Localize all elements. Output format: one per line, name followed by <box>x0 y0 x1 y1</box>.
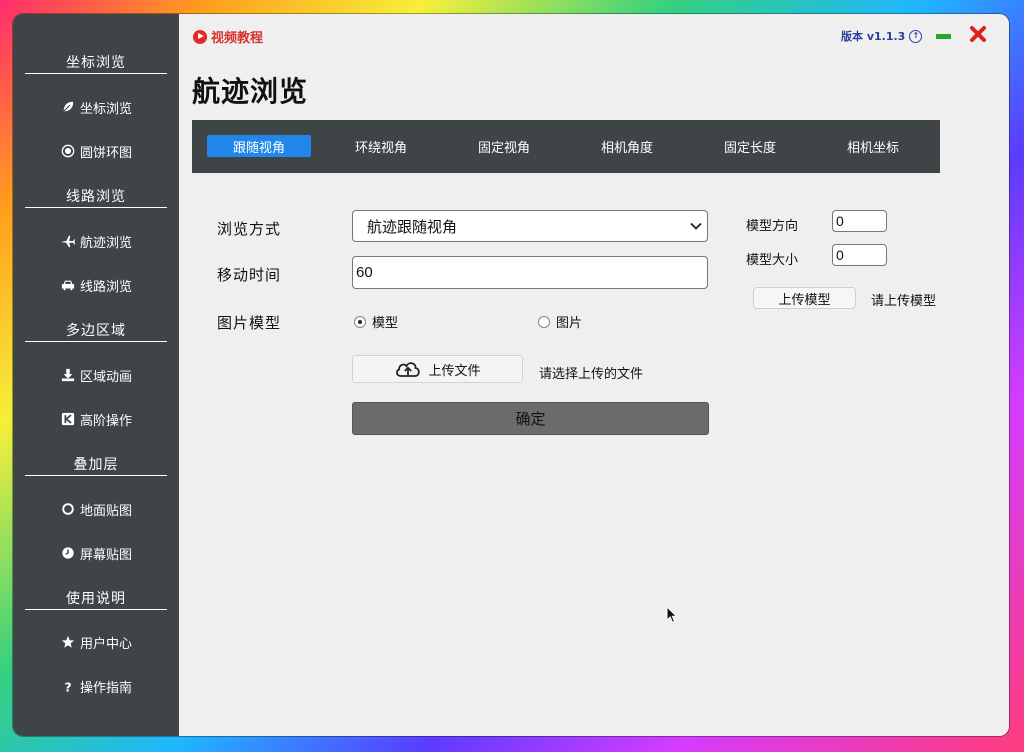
plane-icon <box>60 233 76 249</box>
sidebar-section-overlay: 叠加层 <box>25 454 167 476</box>
sidebar-item-label: 操作指南 <box>79 680 132 696</box>
radio-model-label: 模型 <box>372 316 399 331</box>
sidebar-item-label: 地面贴图 <box>79 503 132 519</box>
sidebar-item-label: 坐标浏览 <box>79 101 132 117</box>
sidebar-item-label: 用户中心 <box>79 636 132 652</box>
sidebar-section-instructions: 使用说明 <box>25 588 167 610</box>
target-icon <box>60 143 76 159</box>
cloud-upload-icon <box>396 362 421 377</box>
tab-fixed-length[interactable]: 固定长度 <box>698 135 802 157</box>
radio-indicator <box>354 315 366 328</box>
sidebar-item-label: 高阶操作 <box>79 413 132 429</box>
model-direction-input[interactable] <box>832 210 887 232</box>
sidebar-item-screen-texture[interactable]: 屏幕贴图 <box>13 540 179 566</box>
sidebar-item-label: 区域动画 <box>79 369 132 385</box>
upload-file-button[interactable]: 上传文件 <box>352 355 523 383</box>
page-title: 航迹浏览 <box>192 75 309 108</box>
image-model-label: 图片模型 <box>217 314 282 332</box>
upload-model-hint: 请上传模型 <box>871 294 937 309</box>
browse-mode-label: 浏览方式 <box>217 220 282 238</box>
circle-icon <box>60 501 76 517</box>
version-info[interactable]: 版本 v1.1.3 ↑ <box>841 28 923 44</box>
close-icon[interactable] <box>969 25 987 43</box>
view-tabbar: 跟随视角 环绕视角 固定视角 相机角度 固定长度 相机坐标 <box>192 120 940 173</box>
sidebar-item-advanced[interactable]: 高阶操作 <box>13 406 179 432</box>
upload-model-button[interactable]: 上传模型 <box>753 287 856 309</box>
radio-image-label: 图片 <box>556 316 583 331</box>
sidebar-section-routes: 线路浏览 <box>25 186 167 208</box>
sidebar-item-ground-texture[interactable]: 地面贴图 <box>13 496 179 522</box>
browse-mode-value: 航迹跟随视角 <box>367 217 458 236</box>
tab-camera-angle[interactable]: 相机角度 <box>575 135 679 157</box>
sidebar-item-pie-ring[interactable]: 圆饼环图 <box>13 138 179 164</box>
sidebar-item-user-center[interactable]: 用户中心 <box>13 629 179 655</box>
sidebar-item-label: 屏幕贴图 <box>79 547 132 563</box>
car-icon <box>60 277 76 293</box>
sidebar-section-polygon: 多边区域 <box>25 320 167 342</box>
app-window: 坐标浏览 坐标浏览 圆饼环图 线路浏览 航迹浏览 线路浏览 多边区域 区域动画 … <box>13 14 1009 736</box>
version-label: 版本 v1.1.3 <box>841 30 906 43</box>
sidebar-item-label: 航迹浏览 <box>79 235 132 251</box>
star-icon <box>60 634 76 650</box>
model-size-label: 模型大小 <box>746 253 799 268</box>
video-tutorial-link[interactable]: 视频教程 <box>193 27 263 46</box>
radio-image[interactable]: 图片 <box>538 312 582 331</box>
sidebar-item-coord-browse[interactable]: 坐标浏览 <box>13 94 179 120</box>
download-icon <box>60 367 76 383</box>
question-icon: ? <box>60 678 76 694</box>
chevron-down-icon <box>690 222 702 230</box>
k-box-icon <box>60 411 76 427</box>
minimize-button[interactable] <box>936 34 951 39</box>
mouse-cursor-icon <box>666 606 678 624</box>
sidebar-section-coords: 坐标浏览 <box>25 52 167 74</box>
browse-mode-select[interactable]: 航迹跟随视角 <box>352 210 708 242</box>
sidebar-item-area-animation[interactable]: 区域动画 <box>13 362 179 388</box>
update-icon: ↑ <box>909 29 923 43</box>
leaf-icon <box>60 99 76 115</box>
sidebar-item-guide[interactable]: ? 操作指南 <box>13 673 179 699</box>
sidebar: 坐标浏览 坐标浏览 圆饼环图 线路浏览 航迹浏览 线路浏览 多边区域 区域动画 … <box>13 14 179 736</box>
play-icon <box>193 29 207 44</box>
clock-icon <box>60 545 76 561</box>
move-time-label: 移动时间 <box>217 266 282 284</box>
move-time-input[interactable] <box>352 256 708 289</box>
main-panel: 视频教程 版本 v1.1.3 ↑ 航迹浏览 跟随视角 环绕视角 固定视角 相机角… <box>179 14 1009 736</box>
model-size-input[interactable] <box>832 244 887 266</box>
svg-text:?: ? <box>64 680 71 693</box>
tab-fixed-view[interactable]: 固定视角 <box>452 135 556 157</box>
confirm-button[interactable]: 确定 <box>352 402 709 435</box>
tab-orbit-view[interactable]: 环绕视角 <box>329 135 433 157</box>
tab-follow-view[interactable]: 跟随视角 <box>207 135 311 157</box>
sidebar-item-route-browse[interactable]: 线路浏览 <box>13 272 179 298</box>
model-direction-label: 模型方向 <box>746 219 799 234</box>
tab-camera-coords[interactable]: 相机坐标 <box>821 135 925 157</box>
radio-indicator <box>538 315 550 328</box>
sidebar-item-label: 线路浏览 <box>79 279 132 295</box>
upload-file-hint: 请选择上传的文件 <box>539 367 644 382</box>
sidebar-item-label: 圆饼环图 <box>79 145 132 161</box>
sidebar-item-track-browse[interactable]: 航迹浏览 <box>13 228 179 254</box>
video-tutorial-label: 视频教程 <box>211 31 264 46</box>
radio-model[interactable]: 模型 <box>354 312 398 331</box>
upload-file-label: 上传文件 <box>428 363 481 379</box>
